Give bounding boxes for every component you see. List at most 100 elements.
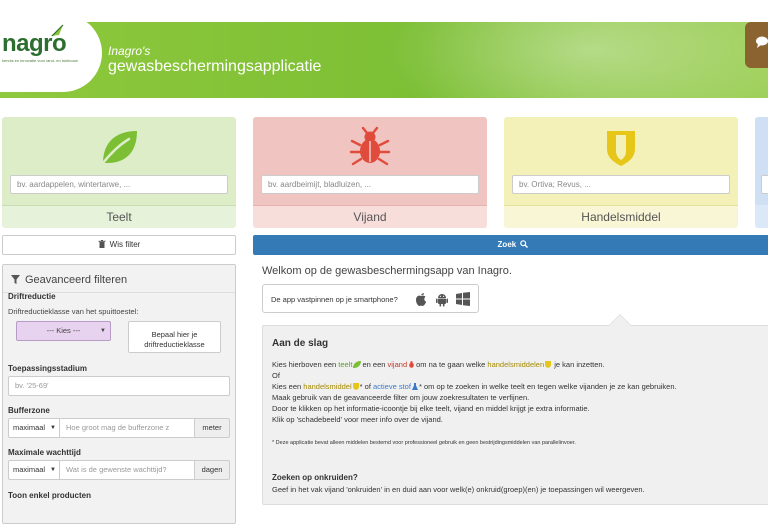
wachttijd-row: maximaal ▼ Wat is de gewenste wachttijd?… [8, 460, 230, 480]
card-teelt-label[interactable]: Teelt [2, 205, 236, 228]
card-handelsmiddel-body [504, 117, 738, 205]
bufferzone-placeholder: Hoe groot mag de bufferzone z [66, 423, 170, 432]
instruction-line-5: Door te klikken op het informatie-icoont… [272, 404, 590, 413]
card-teelt: Teelt [2, 117, 236, 228]
card-extra-body [755, 117, 768, 205]
app-header: nagro kennis en innovatie voor land- en … [0, 0, 768, 98]
toepassingsstadium-placeholder: bv. '25-69' [15, 381, 49, 390]
logo-tagline: kennis en innovatie voor land- en tuinbo… [2, 58, 78, 63]
filter-icon [11, 275, 20, 284]
shield-icon [545, 361, 552, 368]
wis-filter-label: Wis filter [109, 240, 141, 249]
toepassingsstadium-label: Toepassingsstadium [8, 364, 87, 373]
actieve-stof-link[interactable]: actieve stof [373, 382, 411, 391]
handelsmiddel-link[interactable]: handelsmiddel [303, 382, 351, 391]
wis-filter-button[interactable]: Wis filter [2, 235, 236, 255]
bug-icon [349, 126, 391, 166]
card-handelsmiddel: Handelsmiddel [504, 117, 738, 228]
card-extra-label[interactable] [755, 205, 768, 228]
search-icon [520, 240, 529, 248]
instruction-line-3: Kies een handelsmiddel * of actieve stof *… [272, 382, 677, 391]
card-handelsmiddel-label[interactable]: Handelsmiddel [504, 205, 738, 228]
l1-text-a: Kies hierboven een [272, 360, 339, 369]
l3-text-a: Kies een [272, 382, 304, 391]
welcome-text: Welkom op de gewasbeschermingsapp van In… [262, 265, 512, 277]
wachttijd-select[interactable]: maximaal ▼ [8, 460, 60, 480]
l3-text-e: * om op te zoeken in welke teelt en tege… [418, 382, 677, 391]
bug-icon [409, 361, 414, 368]
filter-title[interactable]: Geavanceerd filteren [11, 274, 127, 286]
header-top-strip [0, 0, 768, 22]
chat-button[interactable] [745, 22, 768, 68]
wachttijd-unit: dagen [194, 460, 230, 480]
driftreductie-label: Driftreductie [8, 292, 56, 301]
pin-app-text: De app vastpinnen op je smartphone? [271, 295, 398, 304]
logo-leaf-icon [51, 24, 64, 37]
card-vijand: Vijand [253, 117, 487, 228]
l1-text-g: je kan inzetten. [552, 360, 605, 369]
wachttijd-input[interactable]: Wat is de gewenste wachttijd? [59, 460, 195, 480]
handelsmiddel-search-input[interactable] [512, 175, 730, 194]
android-icon[interactable] [434, 291, 450, 307]
bufferzone-select[interactable]: maximaal ▼ [8, 418, 60, 438]
teelt-link[interactable]: teelt [338, 360, 352, 369]
apple-icon[interactable] [413, 291, 429, 307]
leaf-icon [101, 131, 137, 165]
driftreductie-sublabel: Driftreductieklasse van het spuittoestel… [8, 307, 139, 316]
bufferzone-select-value: maximaal [13, 423, 46, 432]
bepaal-driftreductieklasse-button[interactable]: Bepaal hier je driftreductieklasse [128, 321, 221, 353]
onkruid-text: Geef in het vak vijand 'onkruiden' in en… [272, 485, 645, 494]
chevron-down-icon: ▼ [50, 467, 56, 473]
wachttijd-label: Maximale wachttijd [8, 448, 81, 457]
onkruid-heading: Zoeken op onkruiden? [272, 473, 358, 482]
chat-icon [756, 36, 768, 48]
toepassingsstadium-input[interactable]: bv. '25-69' [8, 376, 230, 396]
bufferzone-input[interactable]: Hoe groot mag de bufferzone z [59, 418, 195, 438]
chevron-down-icon: ▼ [50, 425, 56, 431]
zoek-button[interactable]: Zoek [253, 235, 768, 255]
callout-arrow-inner [609, 315, 631, 326]
aan-de-slag-panel: Aan de slag Kies hierboven een teelt en e… [262, 325, 768, 505]
filter-title-text: Geavanceerd filteren [25, 274, 128, 286]
handelsmiddelen-link[interactable]: handelsmiddelen [487, 360, 544, 369]
extra-search-input[interactable] [761, 175, 768, 194]
disclaimer-note: * Deze applicatie bevat alleen middelen … [272, 440, 576, 446]
instruction-line-6: Klik op 'schadebeeld' voor meer info ove… [272, 415, 443, 424]
l1-text-e: om na te gaan welke [416, 360, 488, 369]
card-vijand-label[interactable]: Vijand [253, 205, 487, 228]
zoek-label: Zoek [497, 240, 517, 249]
chevron-down-icon: ▼ [100, 328, 106, 334]
teelt-search-input[interactable] [10, 175, 228, 194]
pin-app-box: De app vastpinnen op je smartphone? [262, 284, 479, 313]
bufferzone-unit: meter [194, 418, 230, 438]
instruction-line-4: Maak gebruik van de geavanceerde filter … [272, 393, 530, 402]
l3-text-c: * of [359, 382, 373, 391]
leaf-icon [353, 361, 362, 368]
card-actieve-stof-partial [755, 117, 768, 228]
bepaal-line-2: driftreductieklasse [144, 339, 205, 349]
driftreductie-select-value: --- Kies --- [46, 326, 81, 335]
wachttijd-select-value: maximaal [13, 465, 46, 474]
vijand-search-input[interactable] [261, 175, 479, 194]
app-subtitle: Inagro's [108, 44, 151, 58]
card-teelt-body [2, 117, 236, 205]
bufferzone-row: maximaal ▼ Hoe groot mag de bufferzone z… [8, 418, 230, 438]
shield-icon [352, 383, 359, 390]
driftreductie-select[interactable]: --- Kies --- ▼ [16, 321, 111, 341]
aan-de-slag-title: Aan de slag [272, 338, 329, 349]
card-vijand-body [253, 117, 487, 205]
wachttijd-placeholder: Wat is de gewenste wachttijd? [66, 465, 167, 474]
windows-icon[interactable] [455, 291, 471, 307]
app-title: gewasbeschermingsapplicatie [108, 58, 322, 75]
instruction-line-1: Kies hierboven een teelt en een vijand om … [272, 360, 605, 369]
vijand-link[interactable]: vijand [388, 360, 408, 369]
bufferzone-label: Bufferzone [8, 406, 50, 415]
instruction-line-2: Of [272, 371, 280, 380]
bepaal-line-1: Bepaal hier je [151, 329, 198, 339]
l1-text-c: en een [362, 360, 388, 369]
logo[interactable]: nagro kennis en innovatie voor land- en … [0, 14, 102, 92]
shield-icon [607, 131, 635, 166]
flask-icon [411, 383, 418, 390]
trash-icon [98, 240, 106, 248]
toon-enkel-label: Toon enkel producten [8, 491, 91, 500]
